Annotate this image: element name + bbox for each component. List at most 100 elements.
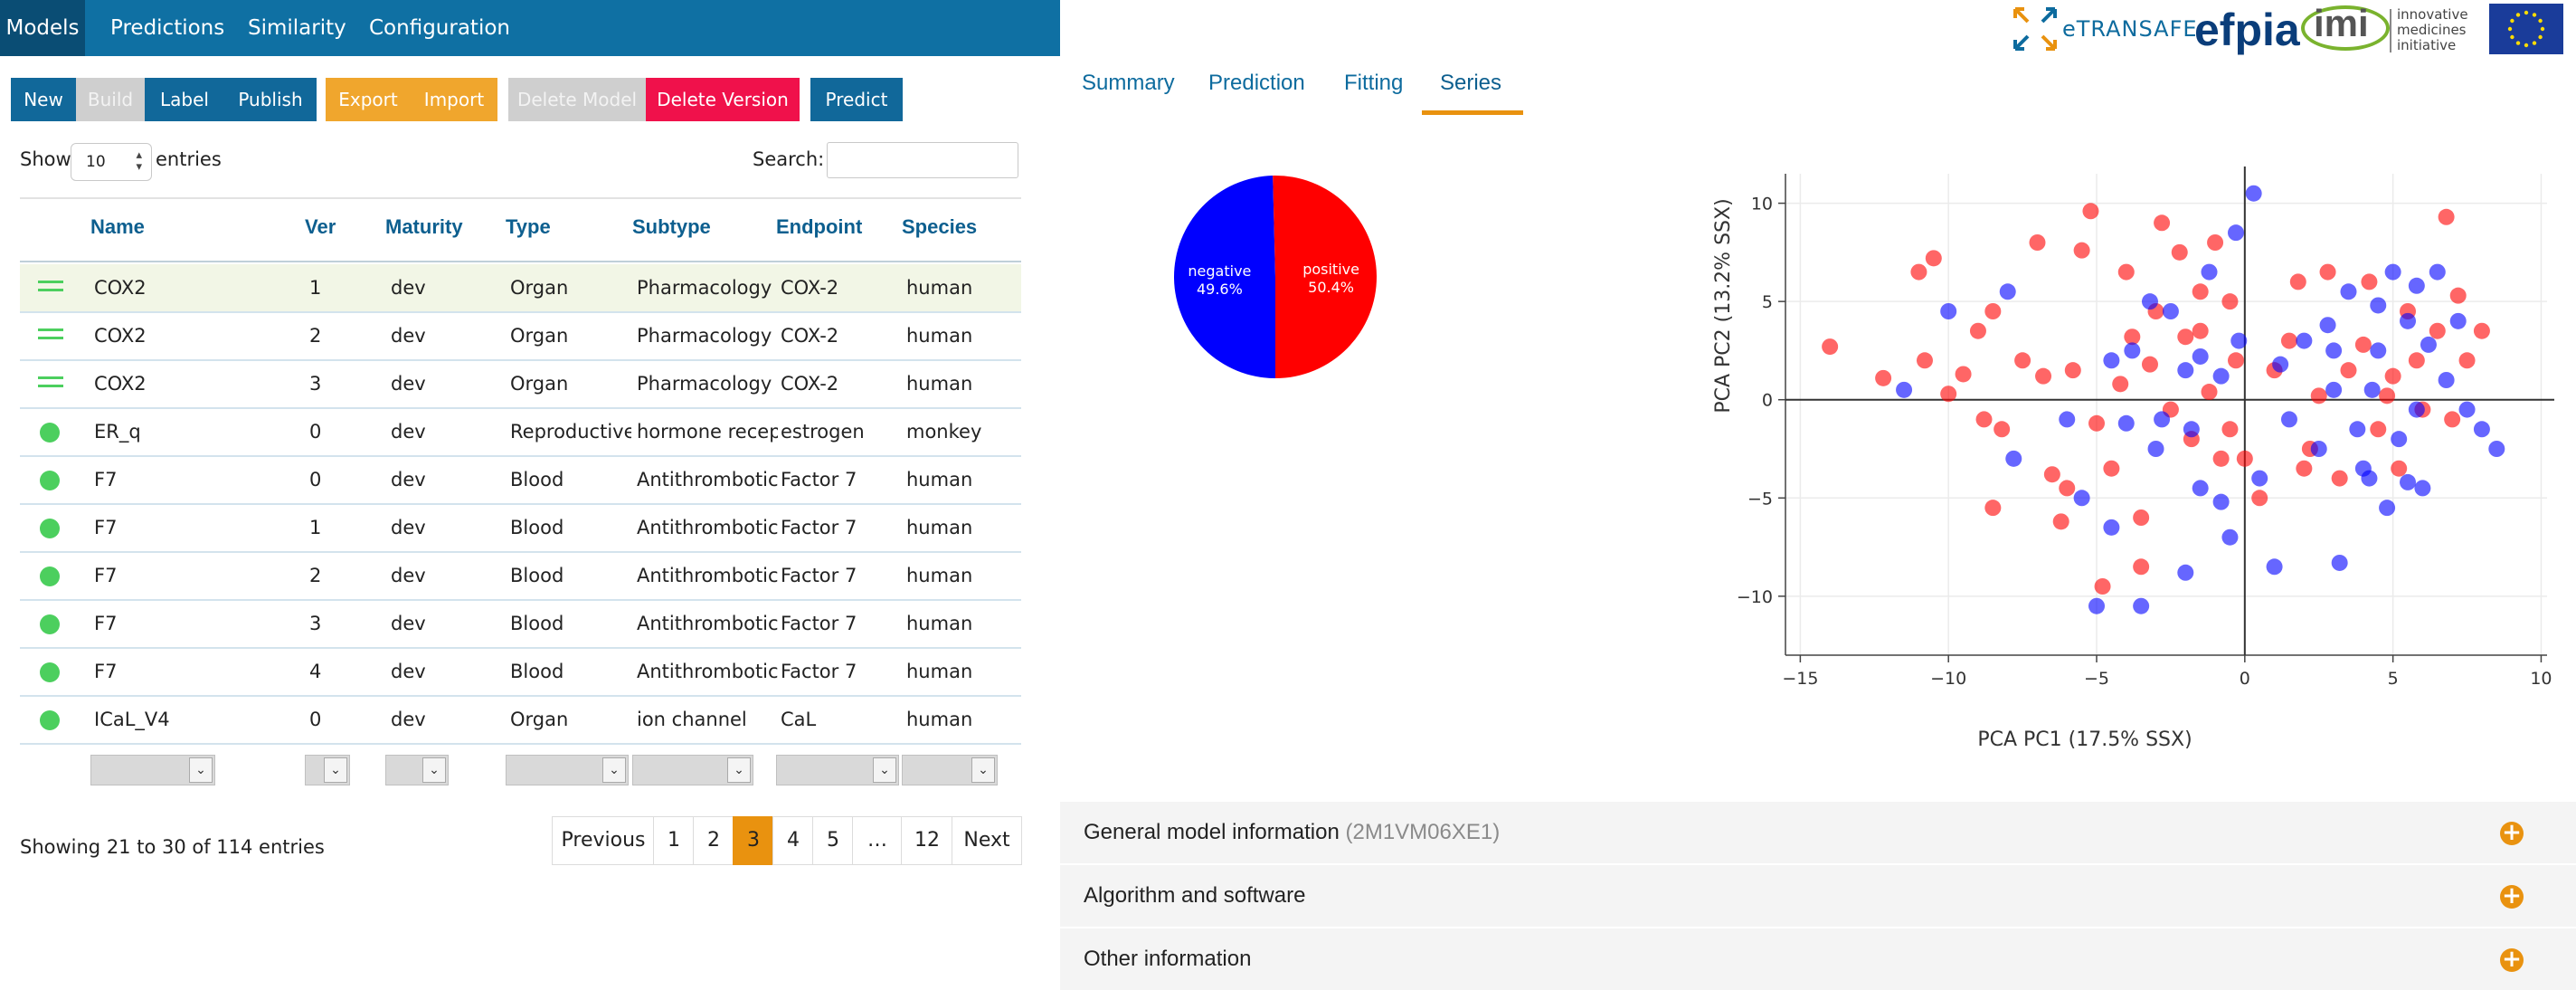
filter-species-select[interactable]: ⌄	[902, 755, 998, 785]
table-row[interactable]: COX2 1 dev Organ Pharmacology COX-2 human	[20, 264, 1021, 313]
table-row[interactable]: COX2 2 dev Organ Pharmacology COX-2 human	[20, 312, 1021, 361]
cell-subtype: Antithrombotic	[637, 517, 778, 538]
model-detail-pane: eTRANSAFE efpia imi innovative medicines…	[1060, 0, 2576, 990]
column-header-species[interactable]: Species	[902, 215, 977, 239]
tab-series[interactable]: Series	[1440, 71, 1501, 96]
expand-plus-icon[interactable]: +	[2500, 884, 2524, 909]
scatter-point	[2141, 356, 2158, 373]
scatter-point	[2133, 509, 2150, 526]
nav-tab-configuration[interactable]: Configuration	[369, 0, 510, 56]
scatter-point	[2073, 490, 2090, 507]
new-button[interactable]: New	[11, 78, 76, 121]
column-header-ver[interactable]: Ver	[305, 215, 336, 239]
publish-button[interactable]: Publish	[224, 78, 317, 121]
scatter-point	[2171, 243, 2188, 261]
table-row[interactable]: F7 1 dev Blood Antithrombotic Factor 7 human	[20, 504, 1021, 553]
nav-tab-similarity[interactable]: Similarity	[248, 0, 346, 56]
nav-tab-predictions[interactable]: Predictions	[110, 0, 224, 56]
x-tick-label: −10	[1930, 669, 1966, 689]
pca-scatter-plot: −15 −10 −5 0 5 10 −10 −5 0 5 10 PCA PC1 (17.5% SSX)…	[1712, 167, 2554, 751]
scatter-point	[1994, 421, 2011, 438]
cell-subtype: ion channel	[637, 709, 747, 730]
accordion-other-information[interactable]: Other information +	[1060, 928, 2576, 990]
pagination-next[interactable]: Next	[952, 816, 1022, 865]
import-button[interactable]: Import	[411, 78, 497, 121]
select-arrows-icon: ▴ ▾	[136, 148, 142, 174]
cell-ver: 1	[309, 277, 322, 299]
scatter-point	[2133, 558, 2150, 576]
scatter-point	[2408, 352, 2425, 369]
published-status-icon	[40, 471, 60, 490]
pagination-page-current[interactable]: 3	[733, 816, 774, 865]
scatter-point	[2473, 322, 2490, 339]
scatter-point	[2266, 558, 2283, 576]
scatter-point	[2088, 414, 2106, 432]
label-button[interactable]: Label	[145, 78, 224, 121]
cell-maturity: dev	[391, 421, 426, 443]
pagination-page[interactable]: 2	[693, 816, 734, 865]
page-length-value: 10	[86, 153, 106, 171]
delete-version-button[interactable]: Delete Version	[646, 78, 800, 121]
filter-ver-select[interactable]: ⌄	[305, 755, 350, 785]
scatter-point	[1896, 381, 1913, 398]
cell-subtype: hormone recep	[637, 421, 778, 443]
column-header-subtype[interactable]: Subtype	[632, 215, 711, 239]
table-row[interactable]: F7 4 dev Blood Antithrombotic Factor 7 human	[20, 648, 1021, 697]
filter-subtype-select[interactable]: ⌄	[632, 755, 753, 785]
column-header-name[interactable]: Name	[90, 215, 145, 239]
cell-species: human	[906, 565, 973, 586]
filter-type-select[interactable]: ⌄	[506, 755, 629, 785]
table-row[interactable]: F7 2 dev Blood Antithrombotic Factor 7 human	[20, 552, 1021, 601]
pagination-previous[interactable]: Previous	[552, 816, 655, 865]
column-header-endpoint[interactable]: Endpoint	[776, 215, 862, 239]
scatter-point	[2124, 342, 2141, 359]
cell-name: F7	[94, 517, 118, 538]
etransafe-logo: eTRANSAFE	[2062, 16, 2198, 42]
pagination-page[interactable]: 5	[812, 816, 854, 865]
cell-maturity: dev	[391, 565, 426, 586]
scatter-point	[1875, 369, 1892, 386]
tab-summary[interactable]: Summary	[1082, 71, 1175, 96]
pagination-page[interactable]: 1	[653, 816, 695, 865]
expand-plus-icon[interactable]: +	[2500, 821, 2524, 845]
filter-name-select[interactable]: ⌄	[90, 755, 215, 785]
delete-model-button[interactable]: Delete Model	[508, 78, 646, 121]
cell-ver: 2	[309, 325, 322, 347]
nav-tab-models[interactable]: Models	[0, 0, 85, 56]
predict-button[interactable]: Predict	[810, 78, 903, 121]
cell-maturity: dev	[391, 373, 426, 395]
tab-fitting[interactable]: Fitting	[1344, 71, 1403, 96]
table-row[interactable]: ER_q 0 dev Reproductive hormone recep estroge…	[20, 408, 1021, 457]
pagination-page[interactable]: 4	[772, 816, 814, 865]
expand-plus-icon[interactable]: +	[2500, 947, 2524, 972]
column-header-type[interactable]: Type	[506, 215, 551, 239]
table-row[interactable]: F7 3 dev Blood Antithrombotic Factor 7 human	[20, 600, 1021, 649]
export-button[interactable]: Export	[326, 78, 411, 121]
scatter-point	[2363, 381, 2381, 398]
scatter-point	[2082, 203, 2099, 220]
accordion-algorithm-and-software[interactable]: Algorithm and software +	[1060, 865, 2576, 927]
scatter-point	[2488, 441, 2505, 457]
tab-prediction[interactable]: Prediction	[1208, 71, 1305, 96]
build-button[interactable]: Build	[76, 78, 145, 121]
table-row[interactable]: F7 0 dev Blood Antithrombotic Factor 7 human	[20, 456, 1021, 505]
page-length-select[interactable]: 10 ▴ ▾	[71, 143, 152, 181]
accordion-general-model-information[interactable]: General model information (2M1VM06XE1) +	[1060, 802, 2576, 863]
scatter-point	[2391, 460, 2408, 477]
cell-subtype: Antithrombotic	[637, 565, 778, 586]
scatter-point	[2429, 263, 2446, 281]
cell-endpoint: COX-2	[781, 325, 839, 347]
chevron-down-icon: ⌄	[727, 757, 751, 783]
pagination-page[interactable]: 12	[901, 816, 953, 865]
search-input[interactable]	[827, 142, 1018, 178]
table-row[interactable]: ICaL_V4 0 dev Organ ion channel CaL human	[20, 696, 1021, 745]
filter-maturity-select[interactable]: ⌄	[385, 755, 449, 785]
cell-type: Organ	[510, 277, 569, 299]
table-row[interactable]: COX2 3 dev Organ Pharmacology COX-2 human	[20, 360, 1021, 409]
scatter-point	[2438, 372, 2455, 388]
scatter-point	[2103, 460, 2120, 477]
chevron-down-icon: ⌄	[324, 757, 347, 783]
column-header-maturity[interactable]: Maturity	[385, 215, 463, 239]
scatter-point	[2319, 263, 2336, 281]
filter-endpoint-select[interactable]: ⌄	[776, 755, 899, 785]
